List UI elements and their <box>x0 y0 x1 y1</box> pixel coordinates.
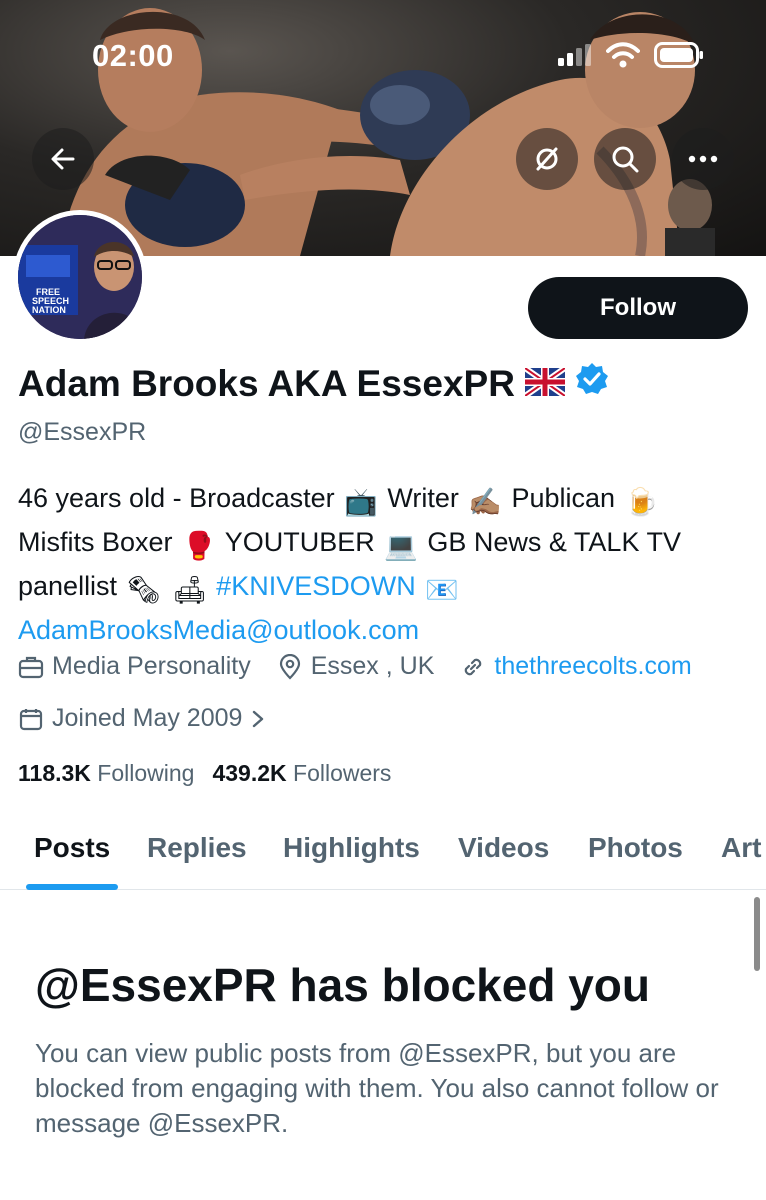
calendar-icon <box>19 708 43 730</box>
bio-text: panellist <box>18 571 118 601</box>
follow-button[interactable]: Follow <box>528 277 748 339</box>
joined-item[interactable]: Joined May 2009 <box>18 704 266 733</box>
tab-videos[interactable]: Videos <box>458 832 549 864</box>
tab-articles[interactable]: Art <box>721 832 761 864</box>
more-options-button[interactable] <box>672 128 734 190</box>
email-emoji: 📧 <box>425 575 459 605</box>
status-icons <box>558 42 704 68</box>
bio-text: YOUTUBER <box>224 527 375 557</box>
website-item[interactable]: thethreecolts.com <box>460 652 692 681</box>
blocked-message: You can view public posts from @EssexPR,… <box>35 1038 719 1138</box>
avatar-photo: FREE SPEECH NATION <box>18 215 142 339</box>
profile-joined[interactable]: Joined May 2009 <box>18 704 292 733</box>
location-label: Essex , UK <box>310 652 435 680</box>
profile-bio: 46 years old - Broadcaster 📺 Writer ✍🏽 P… <box>18 478 758 650</box>
search-icon <box>612 146 639 173</box>
bio-text: GB News & TALK TV <box>427 527 681 557</box>
writing-hand-emoji: ✍🏽 <box>468 487 502 517</box>
back-button[interactable] <box>32 128 94 190</box>
following-stat[interactable]: 118.3K Following <box>18 760 194 787</box>
avatar-illustration: FREE SPEECH NATION <box>18 215 142 339</box>
search-button[interactable] <box>594 128 656 190</box>
bio-text: Misfits Boxer <box>18 527 173 557</box>
profile-banner: 02:00 <box>0 0 766 256</box>
beer-emoji: 🍺 <box>624 487 659 517</box>
profile-avatar[interactable]: FREE SPEECH NATION <box>13 210 147 344</box>
followers-label: Followers <box>293 760 392 786</box>
newspaper-emoji: 🗞 <box>126 575 161 605</box>
location-pin-icon <box>279 653 300 680</box>
tab-photos[interactable]: Photos <box>588 832 683 864</box>
couch-emoji: 🛋 <box>172 575 207 605</box>
category-label: Media Personality <box>52 652 251 680</box>
mute-toggle-button[interactable] <box>516 128 578 190</box>
wifi-icon <box>606 42 640 68</box>
tv-emoji: 📺 <box>344 487 378 517</box>
display-name: Adam Brooks AKA EssexPR <box>18 362 609 405</box>
category-item: Media Personality <box>18 652 251 681</box>
status-time: 02:00 <box>92 38 174 73</box>
email-link[interactable]: AdamBrooksMedia@outlook.com <box>18 615 419 645</box>
website-link[interactable]: thethreecolts.com <box>494 652 691 681</box>
active-tab-indicator <box>26 884 118 890</box>
boxing-glove-emoji: 🥊 <box>182 531 216 561</box>
location-item: Essex , UK <box>277 652 435 681</box>
bio-text: 46 years old - Broadcaster <box>18 483 335 513</box>
display-name-text: Adam Brooks AKA EssexPR <box>18 362 515 404</box>
hashtag-link[interactable]: #KNIVESDOWN <box>216 571 416 601</box>
profile-tabs: Posts Replies Highlights Videos Photos A… <box>0 822 766 890</box>
uk-flag-icon <box>523 363 567 405</box>
bio-text: Writer <box>387 483 459 513</box>
bio-text: Publican <box>511 483 616 513</box>
arrow-left-icon <box>51 148 75 170</box>
followers-stat[interactable]: 439.2K Followers <box>212 760 391 787</box>
joined-label: Joined May 2009 <box>52 704 243 732</box>
briefcase-icon <box>18 656 44 678</box>
verified-badge-icon[interactable] <box>575 362 609 405</box>
more-icon <box>688 155 718 163</box>
chevron-right-icon <box>253 710 264 727</box>
tab-posts[interactable]: Posts <box>34 832 110 864</box>
signal-icon <box>558 44 591 66</box>
tab-highlights[interactable]: Highlights <box>283 832 420 864</box>
eye-off-icon <box>536 147 558 171</box>
battery-icon <box>654 42 703 68</box>
following-count: 118.3K <box>18 760 91 786</box>
following-label: Following <box>97 760 195 786</box>
avatar-logo-text-3: NATION <box>32 305 66 315</box>
profile-meta: Media Personality Essex , UK thethreecol… <box>18 652 718 681</box>
followers-count: 439.2K <box>212 760 287 786</box>
follow-stats: 118.3K Following 439.2K Followers <box>18 760 391 787</box>
link-icon <box>465 658 482 675</box>
blocked-title: @EssexPR has blocked you <box>35 959 650 1011</box>
scrollbar[interactable] <box>754 897 760 971</box>
user-handle: @EssexPR <box>18 418 147 446</box>
laptop-emoji: 💻 <box>384 531 418 561</box>
tab-replies[interactable]: Replies <box>147 832 247 864</box>
